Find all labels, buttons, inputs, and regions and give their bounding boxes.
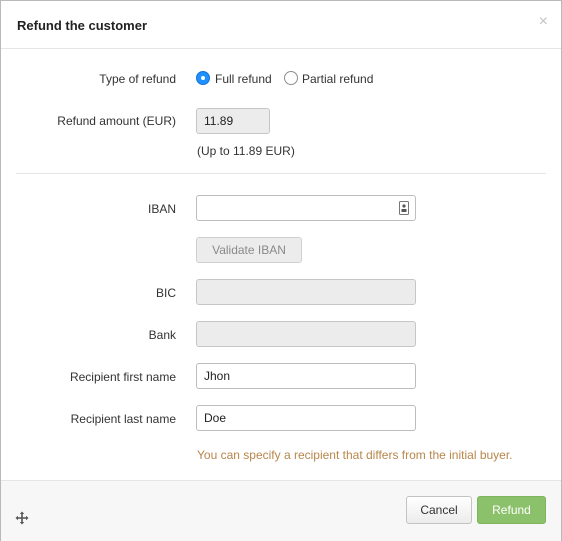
cancel-button[interactable]: Cancel bbox=[406, 496, 472, 524]
partial-refund-label[interactable]: Partial refund bbox=[302, 72, 373, 86]
iban-input[interactable] bbox=[196, 195, 416, 221]
recipient-first-name-input[interactable]: Jhon bbox=[196, 363, 416, 389]
move-icon[interactable] bbox=[15, 511, 29, 525]
refund-amount-hint: (Up to 11.89 EUR) bbox=[197, 144, 295, 158]
partial-refund-radio[interactable] bbox=[284, 71, 298, 85]
validate-iban-button[interactable]: Validate IBAN bbox=[196, 237, 302, 263]
contact-card-icon[interactable] bbox=[399, 201, 409, 215]
bank-field bbox=[196, 321, 416, 347]
bic-field bbox=[196, 279, 416, 305]
section-divider bbox=[16, 173, 546, 174]
iban-label: IBAN bbox=[147, 202, 176, 216]
full-refund-radio[interactable] bbox=[196, 71, 210, 85]
dialog-header: Refund the customer × bbox=[1, 1, 561, 49]
bank-label: Bank bbox=[148, 328, 176, 342]
refund-amount-field: 11.89 bbox=[196, 108, 270, 134]
refund-button[interactable]: Refund bbox=[477, 496, 546, 524]
refund-dialog: Refund the customer × Type of refund Ful… bbox=[0, 0, 562, 541]
recipient-note: You can specify a recipient that differs… bbox=[197, 448, 513, 462]
bic-label: BIC bbox=[155, 286, 176, 300]
dialog-footer: Cancel Refund bbox=[1, 480, 561, 541]
recipient-last-name-input[interactable]: Doe bbox=[196, 405, 416, 431]
recipient-first-name-label: Recipient first name bbox=[69, 370, 176, 384]
refund-amount-label: Refund amount (EUR) bbox=[57, 114, 176, 128]
recipient-last-name-label: Recipient last name bbox=[70, 412, 176, 426]
dialog-title: Refund the customer bbox=[17, 18, 148, 33]
close-icon[interactable]: × bbox=[539, 13, 548, 31]
full-refund-label[interactable]: Full refund bbox=[215, 72, 272, 86]
refund-type-label: Type of refund bbox=[99, 72, 176, 86]
